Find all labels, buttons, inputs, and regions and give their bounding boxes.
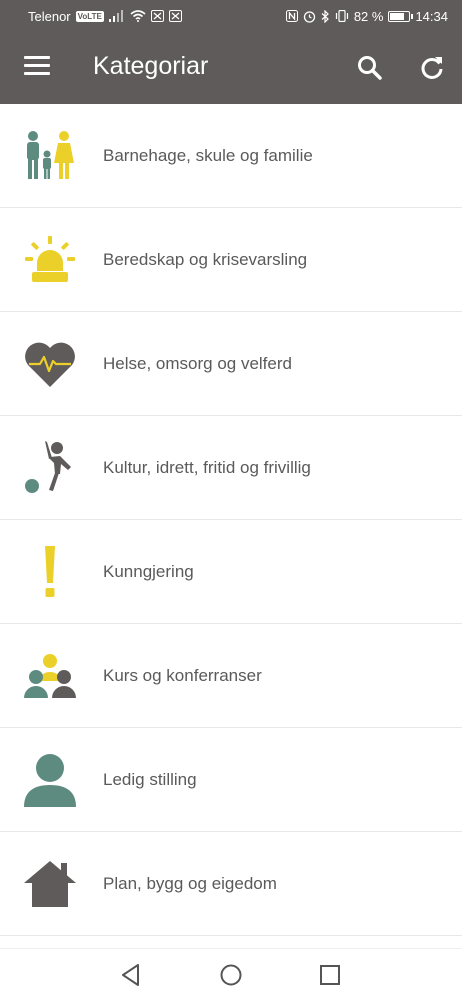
list-item-kultur[interactable]: Kultur, idrett, fritid og frivillig [0, 416, 462, 520]
carrier-name: Telenor [28, 8, 71, 24]
menu-icon[interactable] [24, 56, 50, 78]
nfc-icon [285, 10, 298, 22]
volte-badge: VoLTE [75, 10, 104, 22]
vibrate-icon [335, 10, 349, 22]
list-item-label: Ledig stilling [103, 769, 197, 789]
notification-icon-2 [168, 10, 182, 22]
status-left: Telenor VoLTE [28, 9, 182, 24]
list-item-label: Barnehage, skule og familie [103, 145, 313, 165]
list-item-label: Helse, omsorg og velferd [103, 353, 292, 373]
person-icon [22, 752, 78, 808]
recents-icon[interactable] [316, 961, 344, 989]
alarm-icon [303, 10, 316, 23]
category-list: Barnehage, skule og familie Beredskap og… [0, 104, 462, 936]
list-item-label: Kultur, idrett, fritid og frivillig [103, 457, 311, 477]
heart-pulse-icon [22, 336, 78, 392]
search-icon[interactable] [356, 54, 384, 82]
list-item-label: Plan, bygg og eigedom [103, 873, 277, 893]
status-time: 14:34 [415, 8, 448, 24]
family-icon [22, 128, 78, 184]
back-icon[interactable] [117, 961, 145, 989]
list-item-plan-bygg[interactable]: Plan, bygg og eigedom [0, 832, 462, 936]
sports-icon [22, 440, 78, 496]
battery-icon [388, 10, 414, 22]
app-bar: Kategoriar [0, 32, 462, 104]
page-title: Kategoriar [93, 52, 209, 80]
refresh-icon[interactable] [418, 54, 446, 82]
list-item-beredskap[interactable]: Beredskap og krisevarsling [0, 208, 462, 312]
battery-percent: 82 % [353, 8, 384, 24]
siren-icon [22, 232, 78, 288]
list-item-helse[interactable]: Helse, omsorg og velferd [0, 312, 462, 416]
house-icon [22, 856, 78, 912]
group-icon [22, 648, 78, 704]
list-item-kunngjering[interactable]: Kunngjering [0, 520, 462, 624]
list-item-label: Beredskap og krisevarsling [103, 249, 308, 269]
list-item-barnehage[interactable]: Barnehage, skule og familie [0, 104, 462, 208]
bluetooth-icon [321, 9, 330, 23]
list-item-ledig-stilling[interactable]: Ledig stilling [0, 728, 462, 832]
signal-icon [108, 10, 125, 22]
status-right: 82 % 14:34 [285, 8, 448, 24]
battery-fill [390, 12, 405, 20]
status-bar: Telenor VoLTE 82 % 14:34 [0, 0, 462, 32]
list-item-label: Kurs og konferranser [103, 665, 262, 685]
notification-icon [150, 10, 164, 22]
home-icon[interactable] [217, 961, 245, 989]
list-item-kurs[interactable]: Kurs og konferranser [0, 624, 462, 728]
exclamation-icon [22, 544, 78, 600]
navigation-bar [0, 948, 462, 1000]
wifi-icon [130, 10, 146, 22]
list-item-label: Kunngjering [103, 561, 194, 581]
